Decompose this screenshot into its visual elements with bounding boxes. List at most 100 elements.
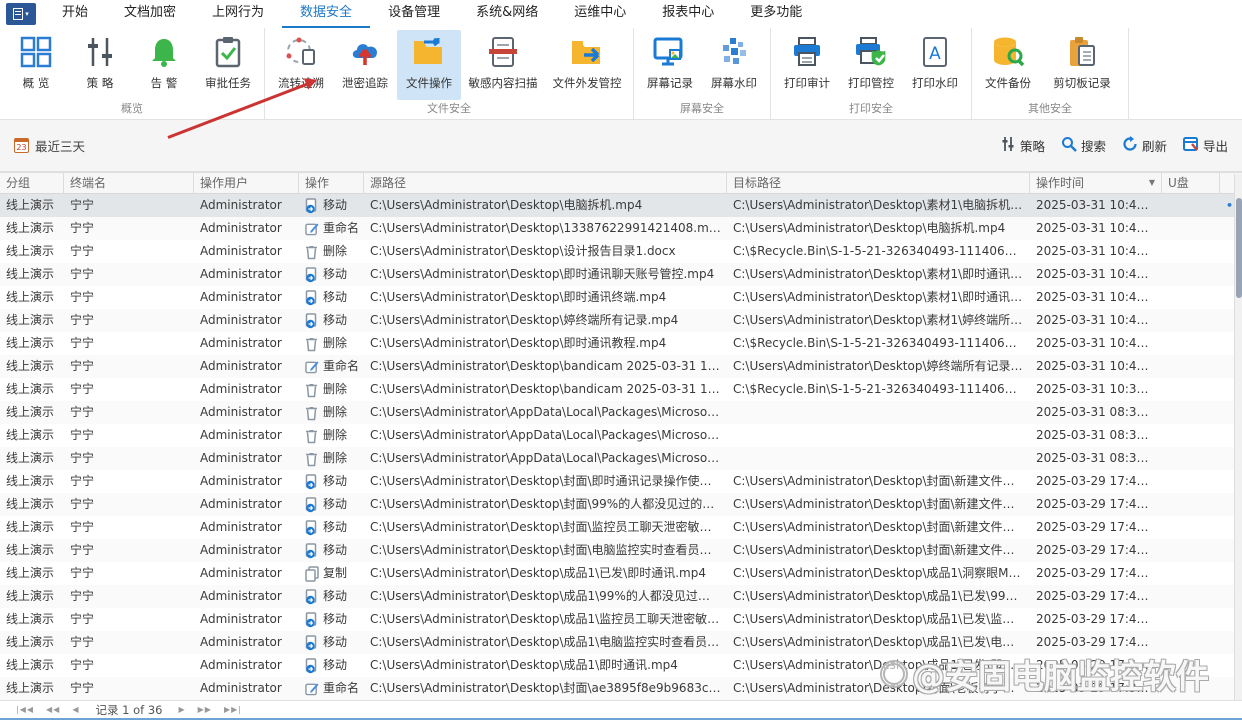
terminal-cell: 宁宁 [70,451,95,465]
ribbon-button-label: 屏幕记录 [647,76,693,90]
source-path-cell: C:\Users\Administrator\Desktop\婷终端所有记录.m… [370,313,679,327]
ribbon-button-print-audit[interactable]: 打印审计 [775,30,839,100]
ribbon-button-leak-trace[interactable]: 泄密追踪 [333,30,397,100]
group-cell: 线上演示 [6,681,55,695]
column-header-7[interactable]: 操作时间 ▼ [1030,173,1162,193]
column-header-1[interactable]: 分组 [0,173,64,193]
source-path-cell: C:\Users\Administrator\Desktop\封面\电脑监控实时… [370,543,727,557]
menu-tab-5[interactable]: 设备管理 [370,0,458,28]
policy-sliders-icon [1000,136,1016,155]
ribbon-button-print-watermark[interactable]: A 打印水印 [903,30,967,100]
time-cell: 2025-03-29 17:49:20 [1036,612,1162,626]
menu-tab-1[interactable]: 开始 [44,0,106,28]
ribbon-button-label: 文件操作 [406,76,452,90]
app-menu-button[interactable]: ▾ [6,3,36,25]
target-path-cell: C:\Users\Administrator\Desktop\成品1\已发\99… [733,589,1030,603]
menu-tab-4[interactable]: 数据安全 [282,0,371,28]
table-row[interactable]: 线上演示 宁宁 Administrator 移动 C:\Users\Administra… [0,470,1242,493]
ribbon-button-policy-sliders[interactable]: 策 略 [68,30,132,100]
table-row[interactable]: 线上演示 宁宁 Administrator 删除 C:\Users\Administra… [0,447,1242,470]
menu-tab-6[interactable]: 系统&网络 [458,0,556,28]
ribbon-button-flow-trace[interactable]: 流转追溯 [269,30,333,100]
group-cell: 线上演示 [6,566,55,580]
table-row[interactable]: 线上演示 宁宁 Administrator 移动 C:\Users\Administra… [0,585,1242,608]
group-cell: 线上演示 [6,474,55,488]
ribbon-button-label: 概 览 [22,76,50,90]
ribbon-button-screen-record[interactable]: 屏幕记录 [638,30,702,100]
table-row[interactable]: 线上演示 宁宁 Administrator 删除 C:\Users\Administra… [0,378,1242,401]
table-row[interactable]: 线上演示 宁宁 Administrator 移动 C:\Users\Administra… [0,493,1242,516]
table-row[interactable]: 线上演示 宁宁 Administrator 复制 C:\Users\Administra… [0,562,1242,585]
table-row[interactable]: 线上演示 宁宁 Administrator 移动 C:\Users\Administra… [0,539,1242,562]
pager-last-button[interactable]: ▶▶| [224,705,242,714]
ribbon-button-clipboard-record[interactable]: 剪切板记录 [1040,30,1124,100]
ribbon-button-file-outgoing[interactable]: 文件外发管控 [545,30,629,100]
operation-cell: 重命名 [299,217,364,240]
table-row[interactable]: 线上演示 宁宁 Administrator 移动 C:\Users\Administra… [0,286,1242,309]
file-outgoing-icon [569,34,605,70]
ribbon-button-approval-clipboard[interactable]: 审批任务 [196,30,260,100]
toolbar-action-3[interactable]: 刷新 [1122,136,1167,155]
ribbon-button-file-operations[interactable]: 文件操作 [397,30,461,100]
column-header-label: 源路径 [370,176,407,190]
pager-next-button[interactable]: ▶ [178,705,185,714]
ribbon-button-file-backup[interactable]: 文件备份 [976,30,1040,100]
vertical-scrollbar[interactable] [1234,174,1242,700]
table-row[interactable]: 线上演示 宁宁 Administrator 移动 C:\Users\Administra… [0,309,1242,332]
ribbon-button-sensitive-scan[interactable]: 敏感内容扫描 [461,30,545,100]
menu-tab-8[interactable]: 报表中心 [644,0,732,28]
watermark-text: @安固电脑监控软件 [912,657,1209,696]
table-row[interactable]: 线上演示 宁宁 Administrator 删除 C:\Users\Administra… [0,424,1242,447]
table-row[interactable]: 线上演示 宁宁 Administrator 移动 C:\Users\Administra… [0,516,1242,539]
table-row[interactable]: 线上演示 宁宁 Administrator 移动 C:\Users\Administra… [0,608,1242,631]
menu-tab-3[interactable]: 上网行为 [194,0,282,28]
usb-cell [1162,562,1220,585]
time-cell: 2025-03-31 10:44:20 [1036,267,1162,281]
group-cell: 线上演示 [6,658,55,672]
table-row[interactable]: 线上演示 宁宁 Administrator 重命名 C:\Users\Administr… [0,217,1242,240]
ribbon-button-alert-bell[interactable]: 告 警 [132,30,196,100]
column-header-6[interactable]: 目标路径 [727,173,1030,193]
table-row[interactable]: 线上演示 宁宁 Administrator 移动 C:\Users\Administra… [0,263,1242,286]
usb-cell [1162,309,1220,332]
date-filter[interactable]: 23 最近三天 [14,136,85,155]
user-cell: Administrator [200,198,282,212]
toolbar-action-1[interactable]: 策略 [1000,136,1045,155]
target-path-cell: C:\Users\Administrator\Desktop\素材1\婷终端所有… [733,313,1030,327]
ribbon-button-screen-watermark[interactable]: 屏幕水印 [702,30,766,100]
pager-fast-next-button[interactable]: ▶▶ [198,705,212,714]
column-header-8[interactable]: U盘 [1162,173,1220,193]
menu-tab-9[interactable]: 更多功能 [732,0,820,28]
toolbar-action-4[interactable]: 导出 [1182,136,1228,155]
overview-grid-icon [18,34,54,70]
table-row[interactable]: 线上演示 宁宁 Administrator 删除 C:\Users\Administra… [0,240,1242,263]
table-row[interactable]: 线上演示 宁宁 Administrator 重命名 C:\Users\Administr… [0,355,1242,378]
column-header-5[interactable]: 源路径 [364,173,727,193]
move-icon [305,589,319,605]
scrollbar-thumb[interactable] [1236,198,1242,298]
column-header-2[interactable]: 终端名 [64,173,194,193]
pager-first-button[interactable]: |◀◀ [16,705,34,714]
vendor-watermark: @安固电脑监控软件 [880,650,1209,698]
user-cell: Administrator [200,658,282,672]
toolbar-action-2[interactable]: 搜索 [1061,136,1106,155]
pager-prev-button[interactable]: ◀ [72,705,79,714]
table-row[interactable]: 线上演示 宁宁 Administrator 移动 C:\Users\Administra… [0,194,1242,217]
ribbon-button-overview-grid[interactable]: 概 览 [4,30,68,100]
menu-tab-7[interactable]: 运维中心 [556,0,644,28]
table-row[interactable]: 线上演示 宁宁 Administrator 删除 C:\Users\Administra… [0,332,1242,355]
operation-cell: 删除 [299,424,364,447]
target-path-cell: C:\Users\Administrator\Desktop\素材1\即时通讯聊… [733,267,1030,281]
column-header-3[interactable]: 操作用户 [194,173,299,193]
menu-tab-2[interactable]: 文档加密 [106,0,194,28]
pager-fast-prev-button[interactable]: ◀◀ [46,705,60,714]
ribbon-button-print-control[interactable]: 打印管控 [839,30,903,100]
move-icon [305,267,319,283]
table-row[interactable]: 线上演示 宁宁 Administrator 删除 C:\Users\Administra… [0,401,1242,424]
operation-cell: 移动 [299,194,364,217]
operation-label: 移动 [323,474,348,488]
ribbon-group-4: 打印审计 打印管控 A 打印水印 打印安全 [771,28,972,119]
group-cell: 线上演示 [6,520,55,534]
time-cell: 2025-03-31 10:43:00 [1036,359,1162,373]
column-header-4[interactable]: 操作 [299,173,364,193]
